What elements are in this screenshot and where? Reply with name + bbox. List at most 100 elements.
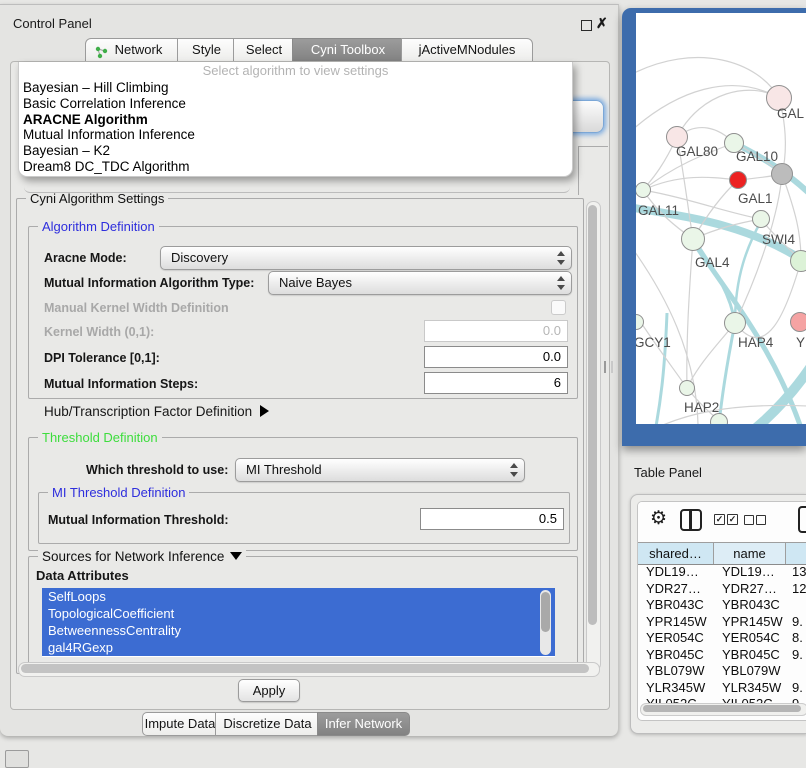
table-row[interactable]: YPR145WYPR145W9. [638, 614, 806, 631]
attribute-list-item[interactable]: TopologicalCoefficient [42, 605, 555, 622]
network-node-label: GAL4 [695, 255, 730, 270]
network-node-label: GAL11 [638, 203, 679, 218]
network-node[interactable] [710, 413, 728, 424]
threshold-definition-title: Threshold Definition [38, 430, 162, 445]
table-cell [792, 597, 806, 614]
manual-kernel-checkbox[interactable] [551, 300, 566, 315]
hidden-combobox-edge [24, 178, 570, 193]
tab-select[interactable]: Select [233, 38, 295, 62]
table-cell: 9. [792, 680, 806, 697]
mi-steps-input[interactable]: 6 [424, 372, 568, 394]
algorithm-option[interactable]: Bayesian – K2 [19, 143, 572, 159]
network-node-hap2[interactable] [679, 380, 695, 396]
table-row[interactable]: YDL19…YDL19…13 [638, 564, 806, 581]
dropdown-placeholder: Select algorithm to view settings [19, 62, 572, 80]
float-window-icon[interactable] [581, 20, 592, 31]
table-row[interactable]: YBR043CYBR043C [638, 597, 806, 614]
table-cell: YDR27… [646, 581, 712, 598]
tab-impute-data[interactable]: Impute Data [142, 712, 218, 736]
attributes-scrollbar[interactable] [540, 590, 551, 655]
network-node[interactable] [771, 163, 793, 185]
network-node-y[interactable] [790, 312, 806, 332]
table-cell: 8. [792, 630, 806, 647]
settings-group-title: Cyni Algorithm Settings [26, 191, 168, 206]
select-all-checkbox-icon[interactable]: ✓ [727, 514, 738, 525]
settings-horizontal-scrollbar[interactable] [18, 662, 600, 677]
table-mode-icon[interactable] [798, 506, 806, 533]
tab-style[interactable]: Style [177, 38, 236, 62]
column-header-shared-name[interactable]: shared… [638, 543, 714, 564]
tab-label: Network [103, 42, 163, 57]
stepper-icon[interactable] [556, 251, 565, 265]
hub-definition-expander[interactable]: Hub/Transcription Factor Definition [44, 404, 269, 419]
network-canvas[interactable]: GALGAL80GAL10GAL1GAL11SWI4GAL4GCY1HAP4YH… [636, 13, 806, 424]
tab-label: Infer Network [325, 716, 402, 731]
gear-icon[interactable]: ⚙ [650, 508, 667, 530]
aracne-mode-select[interactable]: Discovery [160, 246, 572, 270]
tab-discretize-data[interactable]: Discretize Data [215, 712, 320, 736]
tab-cyni-toolbox[interactable]: Cyni Toolbox [292, 38, 404, 62]
tab-network[interactable]: Network [85, 38, 180, 62]
expand-arrow-icon[interactable] [260, 405, 269, 417]
network-node-swi4[interactable] [752, 210, 770, 228]
table-cell: YBL079W [722, 663, 786, 680]
table-cell: YLR345W [646, 680, 712, 697]
dpi-tolerance-input[interactable]: 0.0 [424, 346, 568, 368]
kernel-width-input[interactable]: 0.0 [424, 320, 568, 342]
network-node[interactable] [790, 250, 806, 272]
deselect-all-checkbox-icon[interactable] [744, 515, 754, 525]
mi-type-label: Mutual Information Algorithm Type: [44, 276, 254, 290]
algorithm-option[interactable]: Basic Correlation Inference [19, 96, 572, 112]
table-row[interactable]: YBL079WYBL079W [638, 663, 806, 680]
column-layout-icon[interactable] [680, 509, 702, 531]
close-icon[interactable]: ✗ [596, 15, 608, 32]
network-node-gal4[interactable] [681, 227, 705, 251]
tab-infer-network[interactable]: Infer Network [317, 712, 410, 736]
tab-label: jActiveMNodules [419, 42, 516, 57]
tab-label: Style [192, 42, 221, 57]
tab-label: Select [246, 42, 282, 57]
manual-kernel-label: Manual Kernel Width Definition [44, 301, 229, 315]
column-header-partial[interactable] [786, 543, 806, 564]
table-row[interactable]: YLR345WYLR345W9. [638, 680, 806, 697]
settings-vertical-scrollbar[interactable] [586, 201, 601, 671]
which-threshold-select[interactable]: MI Threshold [235, 458, 525, 482]
mi-type-select[interactable]: Naive Bayes [268, 271, 572, 295]
algorithm-option[interactable]: Bayesian – Hill Climbing [19, 80, 572, 96]
table-body: YDL19…YDL19…13YDR27…YDR27…12YBR043CYBR04… [638, 564, 806, 705]
apply-button[interactable]: Apply [238, 679, 300, 702]
attribute-list-item[interactable]: gal4RGexp [42, 639, 555, 656]
collapse-arrow-icon[interactable] [230, 552, 242, 560]
minimized-panel-icon[interactable] [5, 750, 29, 768]
table-row[interactable]: YBR045CYBR045C9. [638, 647, 806, 664]
algorithm-option[interactable]: ARACNE Algorithm [19, 112, 572, 128]
attribute-list-item[interactable]: SelfLoops [42, 588, 555, 605]
column-header-name[interactable]: name [714, 543, 786, 564]
control-panel-title: Control Panel [13, 16, 92, 31]
table-cell: YDR27… [722, 581, 786, 598]
aracne-mode-value: Discovery [171, 250, 228, 265]
table-cell: 13 [792, 564, 806, 581]
aracne-mode-label: Aracne Mode: [44, 251, 127, 265]
stepper-icon[interactable] [509, 463, 518, 477]
select-all-checkbox-icon[interactable]: ✓ [714, 514, 725, 525]
stepper-icon[interactable] [556, 276, 565, 290]
attribute-list-item[interactable]: BetweennessCentrality [42, 622, 555, 639]
deselect-all-checkbox-icon[interactable] [756, 515, 766, 525]
network-node-gal1[interactable] [729, 171, 747, 189]
mi-threshold-input[interactable]: 0.5 [420, 508, 564, 530]
algorithm-option[interactable]: Mutual Information Inference [19, 127, 572, 143]
network-node-hap4[interactable] [724, 312, 746, 334]
table-row[interactable]: YDR27…YDR27…12 [638, 581, 806, 598]
tab-label: Impute Data [145, 716, 216, 731]
tab-jactivemnodules[interactable]: jActiveMNodules [401, 38, 533, 62]
sources-collapser[interactable]: Sources for Network Inference [38, 549, 246, 564]
network-node-label: GAL [777, 106, 804, 121]
algorithm-option[interactable]: Dream8 DC_TDC Algorithm [19, 159, 572, 175]
algorithm-combobox-partial[interactable] [572, 100, 604, 133]
table-horizontal-scrollbar[interactable] [640, 703, 806, 716]
table-panel-window: ⚙ ✓ ✓ shared… name YDL19…YDL19…13YDR27…Y… [630, 494, 806, 734]
node-table: ⚙ ✓ ✓ shared… name YDL19…YDL19…13YDR27…Y… [637, 501, 806, 721]
table-row[interactable]: YER054CYER054C8. [638, 630, 806, 647]
panel-splitter-handle[interactable] [604, 361, 613, 373]
